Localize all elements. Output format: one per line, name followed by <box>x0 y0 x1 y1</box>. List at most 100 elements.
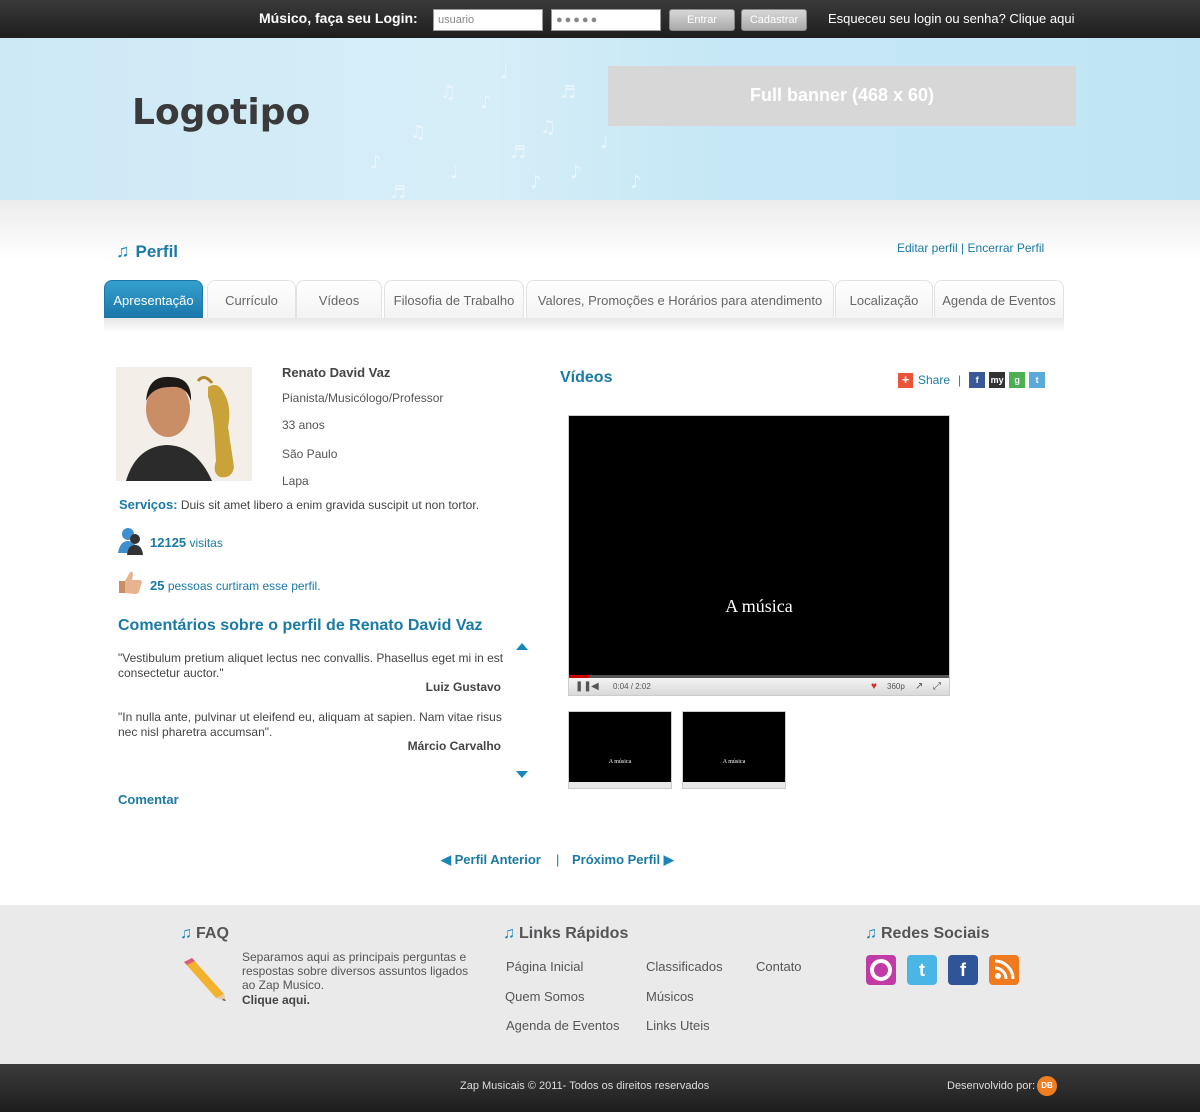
person-age: 33 anos <box>282 418 325 432</box>
services-text: Duis sit amet libero a enim gravida susc… <box>180 498 480 512</box>
site-logo[interactable]: Logotipo <box>132 92 310 133</box>
ad-banner[interactable]: Full banner (468 x 60) <box>608 66 1076 126</box>
video-thumbnail[interactable]: A música <box>568 711 672 789</box>
svg-text:♪: ♪ <box>480 92 492 113</box>
volume-icon[interactable]: ◀ <box>591 680 599 693</box>
previous-profile-label: Perfil Anterior <box>454 852 541 867</box>
tab-apresentacao[interactable]: Apresentação <box>104 280 203 318</box>
tab-agenda[interactable]: Agenda de Eventos <box>934 280 1064 318</box>
twitter-icon[interactable]: t <box>907 955 937 985</box>
username-input[interactable] <box>433 9 543 31</box>
profile-title-text: Perfil <box>135 242 179 261</box>
share-bar: + Share | f my g t <box>898 372 1049 388</box>
svg-text:♩: ♩ <box>450 162 459 183</box>
likes-stat: 25 pessoas curtiram esse perfil. <box>150 578 321 593</box>
comment-author: Márcio Carvalho <box>407 739 501 753</box>
quality-selector[interactable]: 360p <box>887 680 905 693</box>
comment-link[interactable]: Comentar <box>118 792 179 807</box>
visitors-icon <box>118 528 143 555</box>
comments-title: Comentários sobre o perfil de Renato Dav… <box>118 617 483 634</box>
developed-by: Desenvolvido por: <box>947 1080 1036 1092</box>
tab-filosofia[interactable]: Filosofia de Trabalho <box>384 280 524 318</box>
register-button[interactable]: Cadastrar <box>741 9 807 31</box>
arrow-right-icon: ▶ <box>663 852 674 867</box>
music-note-icon: ♫ <box>865 925 877 942</box>
pause-icon[interactable]: ❚❚ <box>575 680 592 693</box>
copyright: Zap Musicais © 2011- Todos os direitos r… <box>460 1080 710 1092</box>
social-title-text: Redes Sociais <box>881 925 990 942</box>
svg-text:♩: ♩ <box>600 132 609 153</box>
tab-valores[interactable]: Valores, Promoções e Horários para atend… <box>526 280 834 318</box>
profile-actions: Editar perfil | Encerrar Perfil <box>897 241 1044 255</box>
pencil-icon <box>184 958 226 1001</box>
rss-icon[interactable] <box>989 955 1019 985</box>
svg-text:♪: ♪ <box>370 152 382 173</box>
login-bar: Músico, faça seu Login: Entrar Cadastrar… <box>0 0 1200 38</box>
thumbnail-controls <box>569 782 671 788</box>
video-thumbnail[interactable]: A música <box>682 711 786 789</box>
likes-label: pessoas curtiram esse perfil. <box>167 579 321 593</box>
login-label: Músico, faça seu Login: <box>259 10 418 26</box>
video-controls: ❚❚ ◀ 0:04 / 2:02 ♥ 360p ↗ ⤢ <box>569 678 949 695</box>
fullscreen-icon[interactable]: ⤢ <box>933 680 941 693</box>
video-time: 0:04 / 2:02 <box>613 682 651 691</box>
scroll-up-icon[interactable] <box>516 643 528 650</box>
footer-link-links-uteis[interactable]: Links Uteis <box>646 1018 710 1033</box>
myspace-share-icon[interactable]: my <box>989 372 1006 388</box>
forgot-login-link[interactable]: Esqueceu seu login ou senha? Clique aqui <box>828 11 1074 26</box>
footer-link-musicos[interactable]: Músicos <box>646 989 694 1004</box>
google-share-icon[interactable]: g <box>1009 372 1026 388</box>
footer-link-quem-somos[interactable]: Quem Somos <box>505 989 584 1004</box>
visits-label: visitas <box>189 536 223 550</box>
music-note-icon: ♫ <box>116 241 130 261</box>
person-occupation: Pianista/Musicólogo/Professor <box>282 391 444 405</box>
thumbnail-caption: A música <box>608 759 632 765</box>
faq-title: ♫ FAQ <box>180 925 229 943</box>
login-button[interactable]: Entrar <box>669 9 735 31</box>
share-plus-icon[interactable]: + <box>898 372 913 388</box>
next-profile-link[interactable]: Próximo Perfil ▶ <box>572 852 674 868</box>
footer-link-contato[interactable]: Contato <box>756 959 802 974</box>
services: Serviços: Duis sit amet libero a enim gr… <box>119 497 479 512</box>
tab-curriculo[interactable]: Currículo <box>207 280 296 318</box>
svg-text:♪: ♪ <box>570 162 582 183</box>
person-name: Renato David Vaz <box>282 365 391 380</box>
facebook-icon[interactable]: f <box>948 955 978 985</box>
video-player[interactable]: A música ❚❚ ◀ 0:04 / 2:02 ♥ 360p ↗ ⤢ <box>568 415 950 696</box>
comment-author: Luiz Gustavo <box>425 680 501 694</box>
thumbnail-caption: A música <box>722 759 746 765</box>
tab-localizacao[interactable]: Localização <box>835 280 933 318</box>
footer-link-pagina-inicial[interactable]: Página Inicial <box>506 959 583 974</box>
developer-logo-icon[interactable]: DB <box>1037 1076 1057 1096</box>
videos-title: Vídeos <box>560 369 613 386</box>
svg-text:♬: ♬ <box>390 182 406 200</box>
footer-link-classificados[interactable]: Classificados <box>646 959 723 974</box>
like-icon[interactable]: ♥ <box>871 680 877 693</box>
footer-link-agenda[interactable]: Agenda de Eventos <box>506 1018 619 1033</box>
scroll-down-icon[interactable] <box>516 771 528 778</box>
arrow-left-icon: ◀ <box>441 852 451 867</box>
previous-profile-link[interactable]: ◀ Perfil Anterior <box>441 852 541 868</box>
share-separator: | <box>958 373 962 387</box>
music-note-icon: ♫ <box>503 925 515 942</box>
svg-text:♫: ♫ <box>410 122 426 143</box>
edit-profile-link[interactable]: Editar perfil <box>897 241 958 255</box>
thumbnail-controls <box>683 782 785 788</box>
visits-stat: 12125 visitas <box>150 535 223 550</box>
likes-count: 25 <box>150 578 165 593</box>
profile-photo <box>116 367 252 481</box>
popout-icon[interactable]: ↗ <box>915 680 923 693</box>
faq-link[interactable]: Clique aqui. <box>242 993 310 1007</box>
person-district: Lapa <box>282 474 309 488</box>
twitter-share-icon[interactable]: t <box>1029 372 1046 388</box>
quick-links-title: ♫ Links Rápidos <box>503 925 628 943</box>
svg-text:♫: ♫ <box>540 117 556 138</box>
svg-text:♪: ♪ <box>630 172 642 193</box>
orkut-icon[interactable] <box>866 955 896 985</box>
video-screen[interactable]: A música <box>569 416 949 675</box>
facebook-share-icon[interactable]: f <box>969 372 986 388</box>
share-link[interactable]: Share <box>918 373 950 387</box>
tab-videos[interactable]: Vídeos <box>296 280 382 318</box>
password-input[interactable] <box>551 9 661 31</box>
close-profile-link[interactable]: Encerrar Perfil <box>968 241 1045 255</box>
